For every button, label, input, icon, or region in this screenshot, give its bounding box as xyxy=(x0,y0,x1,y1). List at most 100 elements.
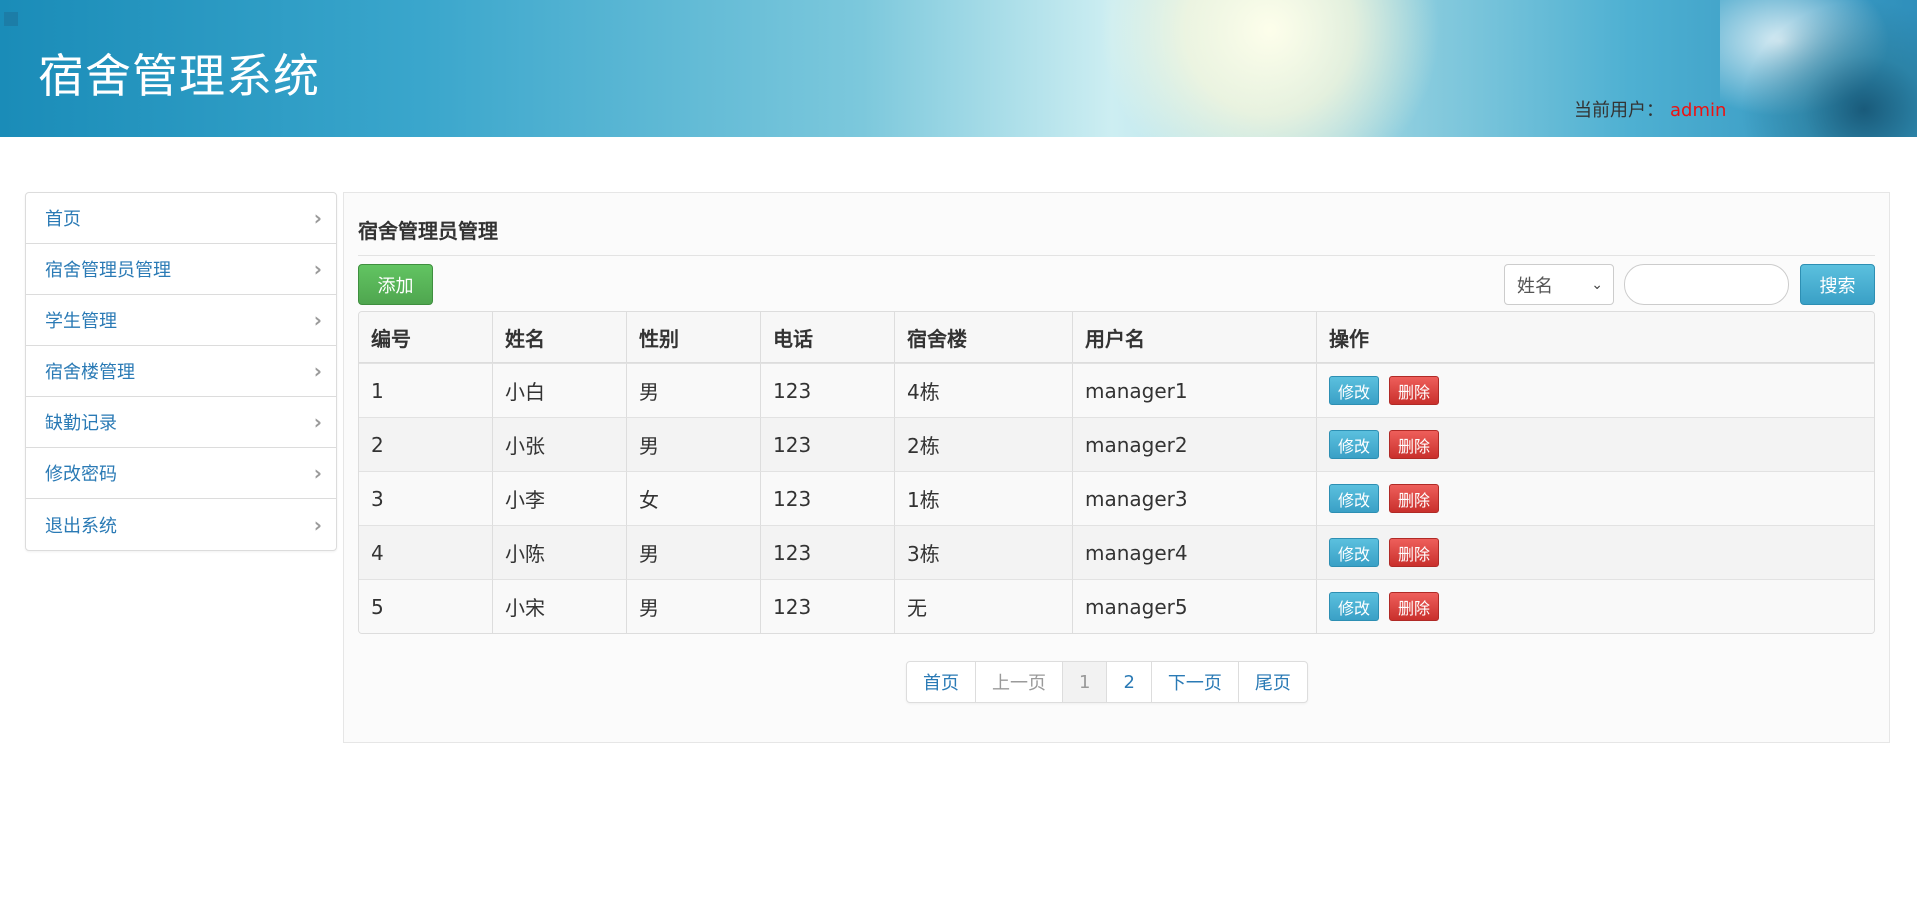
column-header-building: 宿舍楼 xyxy=(895,312,1073,363)
cell-phone: 123 xyxy=(761,417,895,471)
sidebar-item-label: 宿舍楼管理 xyxy=(45,362,135,383)
column-header-id: 编号 xyxy=(359,312,493,363)
banner-sun-glow xyxy=(1080,0,1460,137)
cell-actions: 修改 删除 xyxy=(1317,471,1874,525)
cell-building: 2栋 xyxy=(895,417,1073,471)
cell-building: 无 xyxy=(895,579,1073,633)
pagination-prev[interactable]: 上一页 xyxy=(976,662,1063,702)
edit-button[interactable]: 修改 xyxy=(1329,376,1380,405)
cell-phone: 123 xyxy=(761,471,895,525)
cell-name: 小张 xyxy=(493,417,627,471)
column-header-username: 用户名 xyxy=(1073,312,1317,363)
cell-actions: 修改 删除 xyxy=(1317,525,1874,579)
cell-id: 3 xyxy=(359,471,493,525)
column-header-actions: 操作 xyxy=(1317,312,1874,363)
cell-building: 1栋 xyxy=(895,471,1073,525)
cell-id: 1 xyxy=(359,363,493,417)
cell-username: manager2 xyxy=(1073,417,1317,471)
cell-id: 5 xyxy=(359,579,493,633)
chevron-right-icon: › xyxy=(313,308,322,332)
current-user: 当前用户： admin xyxy=(1574,96,1726,122)
cell-username: manager3 xyxy=(1073,471,1317,525)
cell-actions: 修改 删除 xyxy=(1317,417,1874,471)
divider xyxy=(358,255,1875,256)
table-row: 4 小陈 男 123 3栋 manager4 修改 删除 xyxy=(359,525,1874,579)
cell-actions: 修改 删除 xyxy=(1317,579,1874,633)
sidebar-item-students[interactable]: 学生管理 › xyxy=(26,295,336,346)
column-header-phone: 电话 xyxy=(761,312,895,363)
pagination: 首页 上一页 1 2 下一页 尾页 xyxy=(906,661,1308,703)
edit-button[interactable]: 修改 xyxy=(1329,592,1380,621)
sidebar-item-change-password[interactable]: 修改密码 › xyxy=(26,448,336,499)
chevron-right-icon: › xyxy=(313,461,322,485)
table-row: 5 小宋 男 123 无 manager5 修改 删除 xyxy=(359,579,1874,633)
column-header-name: 姓名 xyxy=(493,312,627,363)
pagination-page-1[interactable]: 1 xyxy=(1063,662,1108,702)
pagination-first[interactable]: 首页 xyxy=(907,662,976,702)
header-banner: 宿舍管理系统 当前用户： admin xyxy=(0,0,1917,137)
delete-button[interactable]: 删除 xyxy=(1389,376,1440,405)
sidebar-item-label: 首页 xyxy=(45,209,81,230)
search-field-value: 姓名 xyxy=(1517,275,1553,297)
search-field-select[interactable]: 姓名 ⌄ xyxy=(1504,264,1614,305)
edit-button[interactable]: 修改 xyxy=(1329,430,1380,459)
cell-building: 3栋 xyxy=(895,525,1073,579)
sidebar-item-home[interactable]: 首页 › xyxy=(26,193,336,244)
app-title: 宿舍管理系统 xyxy=(38,49,320,103)
cell-name: 小宋 xyxy=(493,579,627,633)
sidebar-item-absence[interactable]: 缺勤记录 › xyxy=(26,397,336,448)
chevron-right-icon: › xyxy=(313,206,322,230)
cell-building: 4栋 xyxy=(895,363,1073,417)
cell-gender: 男 xyxy=(627,363,761,417)
pagination-last[interactable]: 尾页 xyxy=(1239,662,1307,702)
page-title: 宿舍管理员管理 xyxy=(358,219,498,243)
add-button[interactable]: 添加 xyxy=(358,264,433,305)
sidebar-item-label: 宿舍管理员管理 xyxy=(45,260,171,281)
sidebar-item-buildings[interactable]: 宿舍楼管理 › xyxy=(26,346,336,397)
edit-button[interactable]: 修改 xyxy=(1329,538,1380,567)
cell-gender: 男 xyxy=(627,579,761,633)
cell-id: 4 xyxy=(359,525,493,579)
delete-button[interactable]: 删除 xyxy=(1389,538,1440,567)
cell-username: manager1 xyxy=(1073,363,1317,417)
edit-button[interactable]: 修改 xyxy=(1329,484,1380,513)
cell-phone: 123 xyxy=(761,525,895,579)
chevron-down-icon: ⌄ xyxy=(1591,276,1603,293)
cell-gender: 女 xyxy=(627,471,761,525)
pagination-page-2[interactable]: 2 xyxy=(1107,662,1152,702)
sidebar-item-label: 退出系统 xyxy=(45,515,117,537)
current-user-name: admin xyxy=(1670,100,1727,121)
sidebar-item-logout[interactable]: 退出系统 › xyxy=(26,499,336,550)
table-row: 1 小白 男 123 4栋 manager1 修改 删除 xyxy=(359,363,1874,417)
banner-wave xyxy=(1740,0,1917,137)
cell-phone: 123 xyxy=(761,579,895,633)
chevron-right-icon: › xyxy=(313,512,322,537)
cell-name: 小白 xyxy=(493,363,627,417)
delete-button[interactable]: 删除 xyxy=(1389,592,1440,621)
banner-corner-mark xyxy=(4,12,18,26)
table-row: 3 小李 女 123 1栋 manager3 修改 删除 xyxy=(359,471,1874,525)
cell-gender: 男 xyxy=(627,525,761,579)
search-button[interactable]: 搜索 xyxy=(1800,264,1875,305)
sidebar-item-dorm-managers[interactable]: 宿舍管理员管理 › xyxy=(26,244,336,295)
cell-username: manager4 xyxy=(1073,525,1317,579)
cell-id: 2 xyxy=(359,417,493,471)
cell-username: manager5 xyxy=(1073,579,1317,633)
delete-button[interactable]: 删除 xyxy=(1389,484,1440,513)
table-row: 2 小张 男 123 2栋 manager2 修改 删除 xyxy=(359,417,1874,471)
cell-name: 小李 xyxy=(493,471,627,525)
cell-actions: 修改 删除 xyxy=(1317,363,1874,417)
search-input[interactable] xyxy=(1624,264,1789,305)
delete-button[interactable]: 删除 xyxy=(1389,430,1440,459)
sidebar-menu: 首页 › 宿舍管理员管理 › 学生管理 › 宿舍楼管理 › 缺勤记录 › 修改密… xyxy=(25,192,337,551)
cell-name: 小陈 xyxy=(493,525,627,579)
managers-table: 编号 姓名 性别 电话 宿舍楼 用户名 操作 1 小白 男 123 4栋 man… xyxy=(358,311,1875,634)
sidebar-item-label: 学生管理 xyxy=(45,311,117,332)
pagination-next[interactable]: 下一页 xyxy=(1152,662,1239,702)
chevron-right-icon: › xyxy=(313,410,322,434)
cell-phone: 123 xyxy=(761,363,895,417)
table-header-row: 编号 姓名 性别 电话 宿舍楼 用户名 操作 xyxy=(359,312,1874,363)
chevron-right-icon: › xyxy=(313,359,322,383)
sidebar-item-label: 缺勤记录 xyxy=(45,413,117,434)
sidebar-item-label: 修改密码 xyxy=(45,464,117,485)
